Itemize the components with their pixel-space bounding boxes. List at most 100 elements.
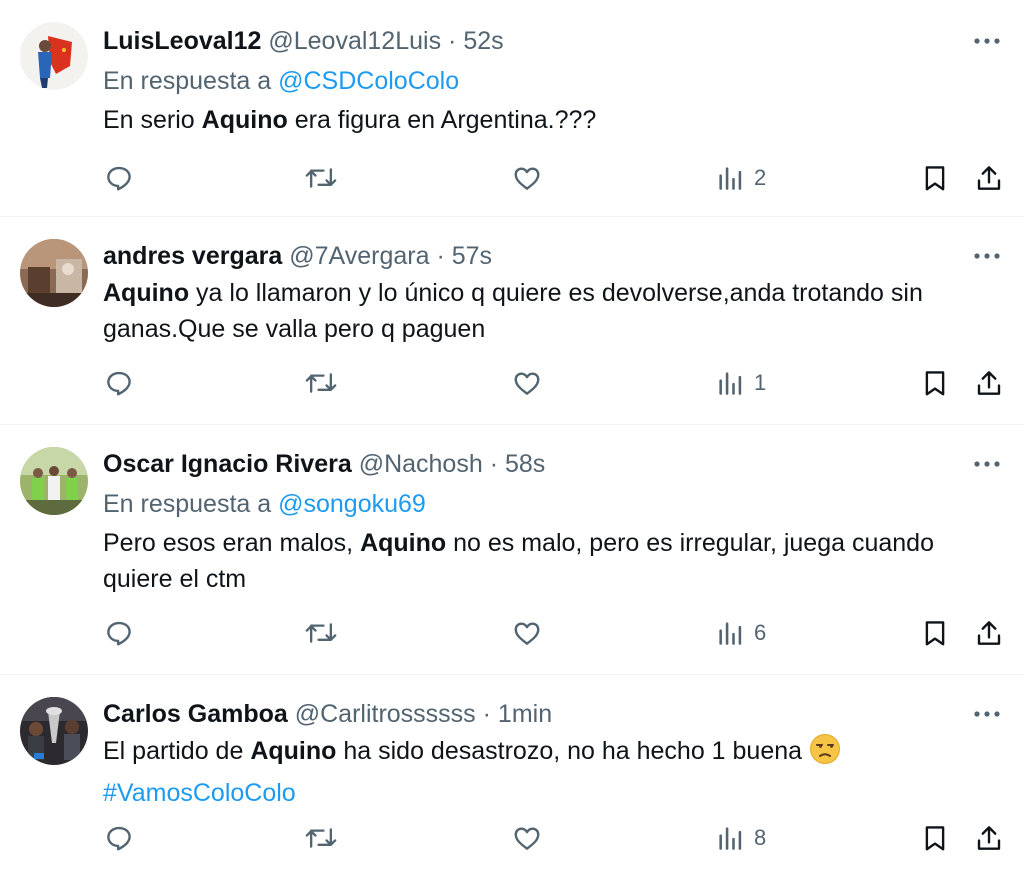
retweet-button[interactable] <box>305 158 337 198</box>
bookmark-button[interactable] <box>920 363 950 403</box>
views-count: 1 <box>754 370 767 395</box>
bookmark-icon <box>925 621 945 646</box>
timestamp[interactable]: 57s <box>452 242 492 270</box>
tweet-text: El partido de Aquino ha sido desastrozo,… <box>103 733 984 811</box>
like-icon <box>514 622 540 645</box>
user-handle[interactable]: @7Avergara <box>289 242 429 270</box>
share-button[interactable] <box>974 158 1004 198</box>
display-name[interactable]: andres vergara <box>103 242 282 270</box>
like-button[interactable] <box>512 613 542 653</box>
views-button[interactable]: 8 <box>716 818 766 858</box>
avatar[interactable] <box>20 239 88 307</box>
bookmark-icon <box>925 166 945 191</box>
reply-button[interactable] <box>104 158 134 198</box>
text-part: En serio <box>103 106 202 134</box>
unamused-face-icon <box>809 733 841 775</box>
share-icon <box>977 166 1001 190</box>
views-icon <box>719 372 742 395</box>
action-bar: 1 <box>0 363 1024 403</box>
tweet-header: Oscar Ignacio Rivera @Nachosh · 58s <box>103 447 984 481</box>
retweet-button[interactable] <box>305 613 337 653</box>
text-part: era figura en Argentina.??? <box>287 106 597 134</box>
text-part: Pero esos eran malos, <box>103 529 361 557</box>
like-button[interactable] <box>512 818 542 858</box>
views-count: 8 <box>754 825 767 850</box>
views-button[interactable]: 6 <box>716 613 766 653</box>
tweet-2[interactable]: andres vergara @7Avergara · 57s Aquino y… <box>0 217 1024 425</box>
tweet-header: Carlos Gamboa @Carlitrossssss · 1min <box>103 697 984 731</box>
more-icon[interactable] <box>972 699 1002 729</box>
timestamp[interactable]: 1min <box>498 700 552 728</box>
reply-icon <box>107 826 131 851</box>
highlight-term: Aquino <box>360 529 447 557</box>
like-icon <box>514 827 540 850</box>
bookmark-icon <box>925 826 945 851</box>
action-bar: 2 <box>0 158 1024 198</box>
hashtag-link[interactable]: #VamosColoColo <box>103 779 296 807</box>
tweet-content: Oscar Ignacio Rivera @Nachosh · 58s En r… <box>103 447 984 597</box>
bookmark-button[interactable] <box>920 158 950 198</box>
reply-icon <box>107 166 131 191</box>
like-button[interactable] <box>512 158 542 198</box>
views-button[interactable]: 1 <box>716 363 766 403</box>
share-icon <box>977 371 1001 395</box>
tweet-4[interactable]: Carlos Gamboa @Carlitrossssss · 1min El … <box>0 675 1024 881</box>
timestamp[interactable]: 52s <box>463 27 503 55</box>
bookmark-icon <box>925 371 945 396</box>
views-button[interactable]: 2 <box>716 158 766 198</box>
avatar[interactable] <box>20 697 88 765</box>
timestamp[interactable]: 58s <box>505 450 545 478</box>
retweet-icon <box>305 828 337 848</box>
retweet-button[interactable] <box>305 363 337 403</box>
retweet-button[interactable] <box>305 818 337 858</box>
bookmark-button[interactable] <box>920 818 950 858</box>
views-icon <box>719 167 742 190</box>
share-icon <box>977 621 1001 645</box>
tweet-content: LuisLeoval12 @Leoval12Luis · 52s En resp… <box>103 24 984 138</box>
avatar[interactable] <box>20 22 88 90</box>
like-icon <box>514 372 540 395</box>
reply-feed: LuisLeoval12 @Leoval12Luis · 52s En resp… <box>0 0 1024 881</box>
action-bar: 8 <box>0 818 1024 858</box>
display-name[interactable]: LuisLeoval12 <box>103 27 261 55</box>
share-button[interactable] <box>974 818 1004 858</box>
share-button[interactable] <box>974 613 1004 653</box>
user-handle[interactable]: @Nachosh <box>359 450 483 478</box>
reply-button[interactable] <box>104 363 134 403</box>
share-button[interactable] <box>974 363 1004 403</box>
tweet-text: Pero esos eran malos, Aquino no es malo,… <box>103 525 984 597</box>
more-icon[interactable] <box>972 449 1002 479</box>
reply-icon <box>107 371 131 396</box>
text-part: ha sido desastrozo, no ha hecho 1 buena <box>336 737 809 765</box>
tweet-3[interactable]: Oscar Ignacio Rivera @Nachosh · 58s En r… <box>0 425 1024 675</box>
reply-to-handle[interactable]: @CSDColoColo <box>278 67 459 95</box>
display-name[interactable]: Carlos Gamboa <box>103 700 288 728</box>
retweet-icon <box>305 373 337 393</box>
reply-to-handle[interactable]: @songoku69 <box>278 490 426 518</box>
reply-button[interactable] <box>104 613 134 653</box>
reply-button[interactable] <box>104 818 134 858</box>
user-handle[interactable]: @Leoval12Luis <box>268 27 441 55</box>
text-part: El partido de <box>103 737 251 765</box>
views-icon <box>719 622 742 645</box>
views-count: 2 <box>754 165 767 190</box>
more-icon[interactable] <box>972 26 1002 56</box>
avatar[interactable] <box>20 447 88 515</box>
like-button[interactable] <box>512 363 542 403</box>
views-icon <box>719 827 742 850</box>
like-icon <box>514 167 540 190</box>
display-name[interactable]: Oscar Ignacio Rivera <box>103 450 352 478</box>
bookmark-button[interactable] <box>920 613 950 653</box>
tweet-content: Carlos Gamboa @Carlitrossssss · 1min El … <box>103 697 984 811</box>
tweet-header: LuisLeoval12 @Leoval12Luis · 52s <box>103 24 984 58</box>
views-count: 6 <box>754 620 767 645</box>
reply-context: En respuesta a @CSDColoColo <box>103 64 984 98</box>
reply-prefix: En respuesta a <box>103 490 272 518</box>
user-handle[interactable]: @Carlitrossssss <box>295 700 476 728</box>
retweet-icon <box>305 623 337 643</box>
more-icon[interactable] <box>972 241 1002 271</box>
text-part: ya lo llamaron y lo único q quiere es de… <box>103 279 923 343</box>
tweet-1[interactable]: LuisLeoval12 @Leoval12Luis · 52s En resp… <box>0 0 1024 217</box>
separator-dot: · <box>448 27 457 55</box>
highlight-term: Aquino <box>103 279 190 307</box>
